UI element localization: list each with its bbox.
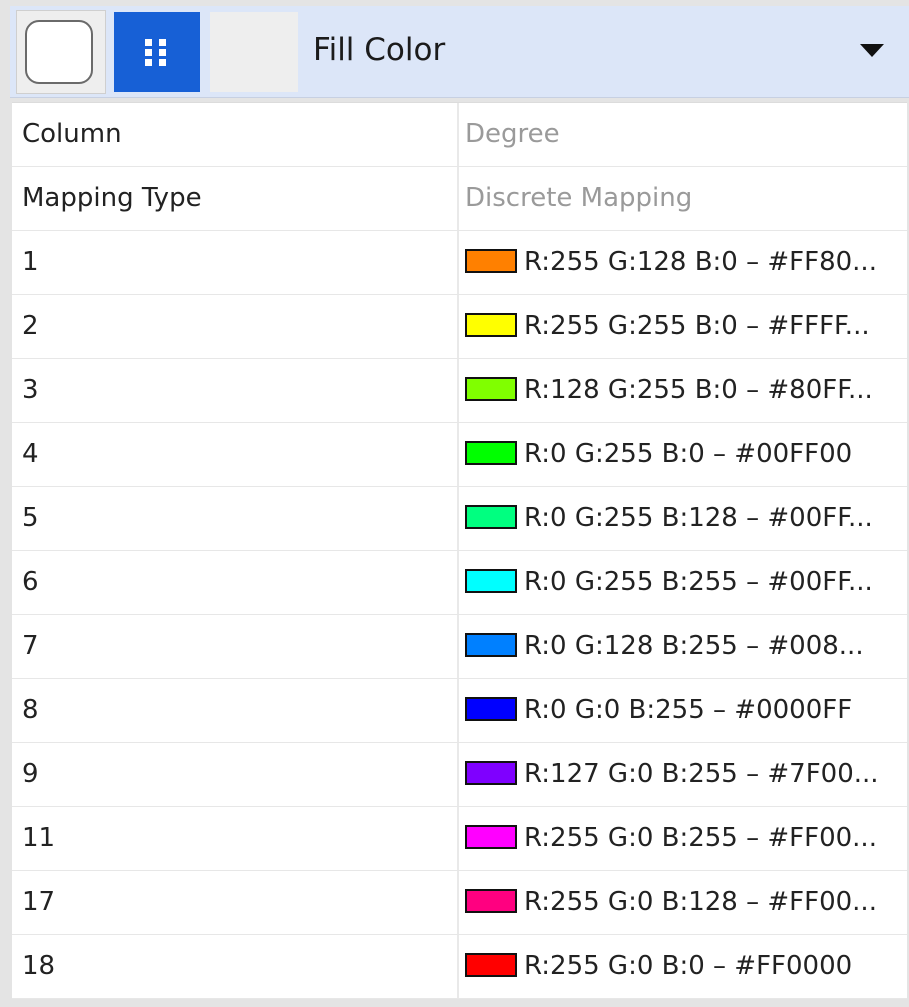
color-value-text: R:128 G:255 B:0 – #80FF...: [524, 375, 873, 405]
table-row[interactable]: 18 R:255 G:0 B:0 – #FF0000: [12, 935, 907, 999]
mapping-key: 6: [12, 551, 459, 614]
color-swatch: [465, 952, 517, 977]
color-value-text: R:255 G:128 B:0 – #FF80...: [524, 247, 877, 277]
table-row[interactable]: 2 R:255 G:255 B:0 – #FFFF...: [12, 295, 907, 359]
color-value-text: R:0 G:0 B:255 – #0000FF: [524, 695, 853, 725]
mapping-color-value[interactable]: R:255 G:0 B:128 – #FF00...: [459, 871, 907, 934]
table-row[interactable]: 4 R:0 G:255 B:0 – #00FF00: [12, 423, 907, 487]
mapping-key: 2: [12, 295, 459, 358]
mapping-key: 8: [12, 679, 459, 742]
color-swatch: [465, 568, 517, 593]
table-row[interactable]: 5 R:0 G:255 B:128 – #00FF...: [12, 487, 907, 551]
mapping-color-value[interactable]: R:0 G:255 B:255 – #00FF...: [459, 551, 907, 614]
color-value-text: R:0 G:255 B:255 – #00FF...: [524, 567, 873, 597]
mapping-key: 18: [12, 935, 459, 998]
mapping-key: 5: [12, 487, 459, 550]
mapping-color-value[interactable]: R:255 G:0 B:0 – #FF0000: [459, 935, 907, 998]
color-value-text: R:0 G:128 B:255 – #008...: [524, 631, 864, 661]
color-swatch: [465, 632, 517, 657]
property-title: Fill Color: [313, 32, 446, 68]
color-swatch: [465, 312, 517, 337]
color-swatch: [465, 760, 517, 785]
color-value-text: R:0 G:255 B:0 – #00FF00: [524, 439, 853, 469]
default-value-button[interactable]: [16, 10, 106, 94]
color-value-text: R:255 G:255 B:0 – #FFFF...: [524, 311, 870, 341]
table-row-column[interactable]: Column Degree: [12, 103, 907, 167]
table-row[interactable]: 3 R:128 G:255 B:0 – #80FF...: [12, 359, 907, 423]
mapping-key: 4: [12, 423, 459, 486]
mapping-button[interactable]: [114, 12, 200, 92]
mapping-key: 1: [12, 231, 459, 294]
mapping-color-value[interactable]: R:0 G:255 B:0 – #00FF00: [459, 423, 907, 486]
column-label: Column: [12, 103, 459, 166]
mapping-color-value[interactable]: R:255 G:255 B:0 – #FFFF...: [459, 295, 907, 358]
color-value-text: R:255 G:0 B:0 – #FF0000: [524, 951, 853, 981]
mapping-key: 17: [12, 871, 459, 934]
mapping-color-value[interactable]: R:127 G:0 B:255 – #7F00...: [459, 743, 907, 806]
mapping-key: 11: [12, 807, 459, 870]
table-row[interactable]: 11 R:255 G:0 B:255 – #FF00...: [12, 807, 907, 871]
color-swatch: [465, 376, 517, 401]
table-row-mapping-type[interactable]: Mapping Type Discrete Mapping: [12, 167, 907, 231]
color-value-text: R:0 G:255 B:128 – #00FF...: [524, 503, 873, 533]
bypass-button[interactable]: [210, 12, 298, 92]
table-row[interactable]: 6 R:0 G:255 B:255 – #00FF...: [12, 551, 907, 615]
white-rounded-square-icon: [25, 20, 93, 84]
mapping-color-value[interactable]: R:255 G:0 B:255 – #FF00...: [459, 807, 907, 870]
table-row[interactable]: 17 R:255 G:0 B:128 – #FF00...: [12, 871, 907, 935]
color-swatch: [465, 440, 517, 465]
table-row[interactable]: 7 R:0 G:128 B:255 – #008...: [12, 615, 907, 679]
fill-color-mapping-panel: Fill Color Column Degree Mapping Type Di…: [0, 0, 909, 1007]
mapping-color-value[interactable]: R:0 G:255 B:128 – #00FF...: [459, 487, 907, 550]
mapping-key: 3: [12, 359, 459, 422]
color-swatch: [465, 824, 517, 849]
mapping-type-label: Mapping Type: [12, 167, 459, 230]
property-header: Fill Color: [10, 6, 909, 98]
color-swatch: [465, 248, 517, 273]
dots-grid-icon: [145, 39, 166, 66]
color-value-text: R:255 G:0 B:255 – #FF00...: [524, 823, 877, 853]
mapping-rows: 1 R:255 G:128 B:0 – #FF80... 2 R:255 G:255 …: [12, 231, 907, 999]
color-swatch: [465, 504, 517, 529]
color-swatch: [465, 888, 517, 913]
mapping-key: 7: [12, 615, 459, 678]
color-swatch: [465, 696, 517, 721]
mapping-type-value[interactable]: Discrete Mapping: [459, 167, 907, 230]
chevron-down-icon[interactable]: [860, 44, 884, 57]
mapping-color-value[interactable]: R:0 G:128 B:255 – #008...: [459, 615, 907, 678]
color-value-text: R:127 G:0 B:255 – #7F00...: [524, 759, 879, 789]
table-row[interactable]: 9 R:127 G:0 B:255 – #7F00...: [12, 743, 907, 807]
table-row[interactable]: 1 R:255 G:128 B:0 – #FF80...: [12, 231, 907, 295]
table-row[interactable]: 8 R:0 G:0 B:255 – #0000FF: [12, 679, 907, 743]
mapping-table: Column Degree Mapping Type Discrete Mapp…: [12, 102, 907, 999]
mapping-key: 9: [12, 743, 459, 806]
mapping-color-value[interactable]: R:0 G:0 B:255 – #0000FF: [459, 679, 907, 742]
color-value-text: R:255 G:0 B:128 – #FF00...: [524, 887, 877, 917]
column-value[interactable]: Degree: [459, 103, 907, 166]
mapping-color-value[interactable]: R:128 G:255 B:0 – #80FF...: [459, 359, 907, 422]
mapping-color-value[interactable]: R:255 G:128 B:0 – #FF80...: [459, 231, 907, 294]
